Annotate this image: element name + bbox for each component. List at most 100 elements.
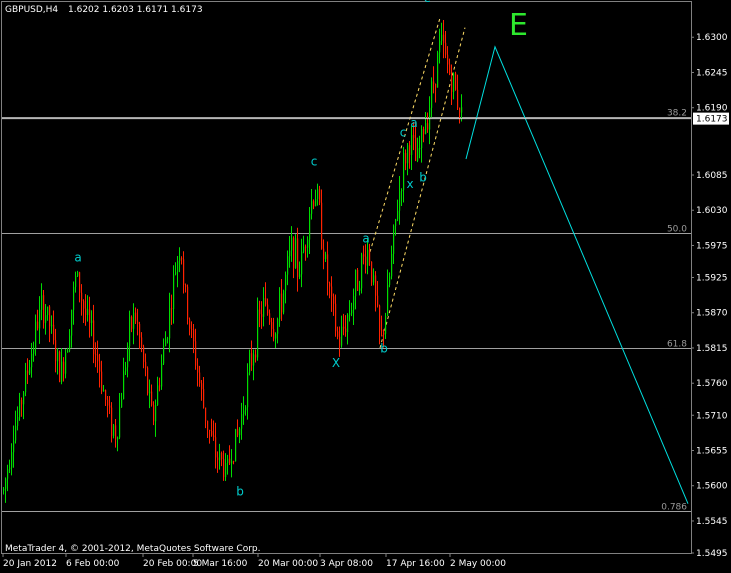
candle-body [197, 365, 199, 373]
candle-body [373, 275, 375, 283]
candle-body [327, 254, 329, 284]
candle-body [427, 123, 429, 130]
candle-body [377, 295, 379, 306]
candle-body [307, 239, 309, 248]
candle-body [129, 316, 131, 347]
price-chart[interactable]: 38.250.061.80.786 abcXabcaxbc 1.63001.62… [0, 0, 731, 573]
candle-body [313, 201, 315, 207]
wave-label-a: a [362, 231, 369, 245]
candle-body [221, 453, 223, 459]
candle-body [155, 405, 157, 422]
candle-body [433, 81, 435, 85]
candle-body [193, 329, 195, 342]
wave-label-a: a [74, 250, 81, 264]
candle-body [275, 333, 277, 339]
x-tick-label: 20 Mar 00:00 [258, 559, 318, 569]
candle-body [63, 361, 65, 374]
candle-body [397, 210, 399, 220]
candle-body [419, 148, 421, 150]
candle-body [151, 391, 153, 406]
candle-body [177, 260, 179, 273]
candle-body [319, 189, 321, 203]
candle-body [207, 420, 209, 431]
fibo-level-label: 61.8 [667, 340, 687, 350]
candle-body [439, 40, 441, 53]
wave-label-x: x [406, 177, 413, 191]
candle-body [57, 351, 59, 362]
candle-body [409, 145, 411, 155]
x-tick-label: 2 May 00:00 [450, 559, 506, 569]
candle-body [75, 275, 77, 287]
y-tick-label: 1.5870 [696, 309, 728, 319]
candle-body [79, 272, 81, 293]
chart-ohlc-values: 1.6202 1.6203 1.6171 1.6173 [68, 5, 203, 15]
candle-body [413, 134, 415, 138]
candle-body [89, 309, 91, 323]
candle-body [183, 259, 185, 285]
candle-body [165, 338, 167, 347]
candle-body [143, 346, 145, 362]
candle-body [383, 330, 385, 334]
candle-body [387, 284, 389, 316]
candle-body [117, 437, 119, 440]
candle-body [109, 405, 111, 408]
candle-body [241, 414, 243, 429]
candle-body [333, 296, 335, 304]
candle-body [131, 316, 133, 329]
candle-body [287, 256, 289, 275]
candle-body [169, 308, 171, 339]
candle-body [49, 306, 51, 327]
candle-body [69, 335, 71, 351]
wave-label-c: c [400, 126, 407, 140]
candle-body [399, 191, 401, 211]
candle-body [123, 371, 125, 400]
candle-body [219, 453, 221, 461]
candle-body [223, 458, 225, 478]
candle-body [229, 458, 231, 464]
candle-body [87, 309, 89, 315]
candle-body [305, 246, 307, 248]
candle-body [101, 371, 103, 392]
candle-body [249, 353, 251, 373]
candle-body [3, 488, 5, 491]
candle-body [367, 249, 369, 266]
wave-label-a: a [410, 116, 417, 130]
candle-body [159, 385, 161, 387]
candle-body [381, 330, 383, 332]
candle-body [215, 437, 217, 458]
candle-body [231, 461, 233, 464]
fibo-level-label: 38.2 [667, 109, 687, 119]
candle-body [293, 237, 295, 268]
candle-body [321, 202, 323, 249]
candle-body [97, 354, 99, 362]
candle-body [325, 254, 327, 259]
candle-body [299, 274, 301, 277]
candle-body [163, 346, 165, 364]
x-tick-label: 5 Mar 16:00 [193, 559, 248, 569]
candle-body [157, 385, 159, 406]
candle-body [273, 328, 275, 339]
candle-body [153, 405, 155, 422]
candle-body [441, 34, 443, 41]
candle-body [91, 320, 93, 323]
candle-body [33, 348, 35, 354]
candle-body [171, 308, 173, 310]
candle-body [457, 89, 459, 108]
candle-body [437, 52, 439, 88]
candle-body [11, 452, 13, 468]
wave-label-b: b [236, 484, 244, 498]
y-tick-label: 1.5975 [696, 241, 728, 251]
candle-body [449, 64, 451, 74]
candle-body [411, 134, 413, 155]
candle-body [361, 254, 363, 289]
candle-body [261, 314, 263, 317]
candle-body [187, 286, 189, 320]
candle-body [281, 293, 283, 313]
candle-body [459, 107, 461, 113]
candle-body [179, 258, 181, 261]
fibo-level-label: 0.786 [661, 503, 687, 513]
candle-body [263, 298, 265, 317]
candle-body [415, 137, 417, 161]
wave-label-x: X [332, 356, 340, 370]
candle-body [341, 326, 343, 346]
